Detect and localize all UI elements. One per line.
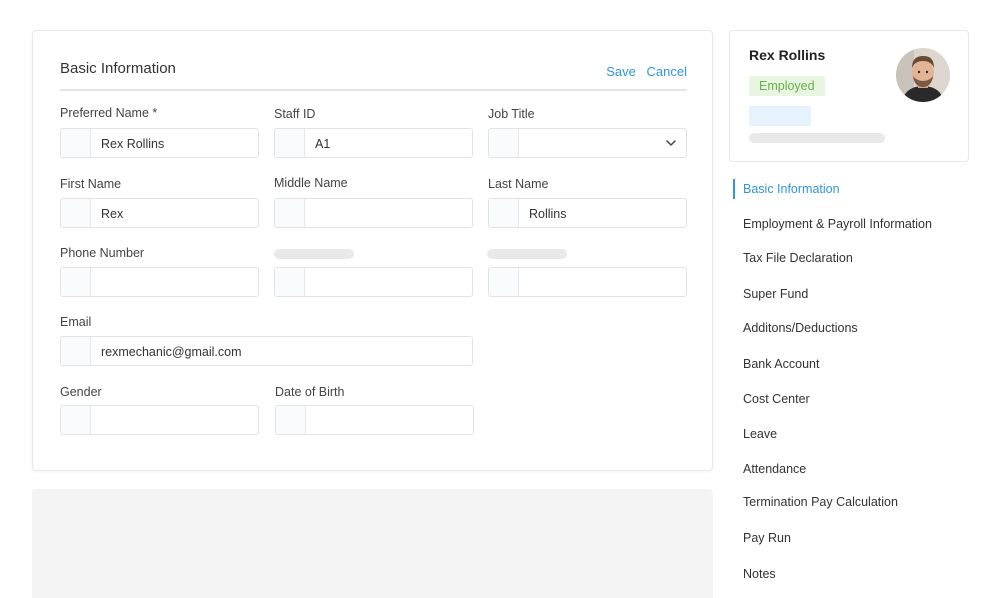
header-actions: Save Cancel	[606, 64, 687, 79]
last-name-prefix	[489, 199, 519, 227]
nav-item-bank-account[interactable]: Bank Account	[733, 354, 819, 374]
job-title-prefix	[489, 129, 519, 157]
phone-number-input[interactable]	[60, 267, 259, 297]
date-of-birth-input[interactable]	[275, 405, 474, 435]
last-name-input[interactable]: Rollins	[488, 198, 687, 228]
email-value: rexmechanic@gmail.com	[101, 345, 242, 359]
nav-item-termination-pay[interactable]: Termination Pay Calculation	[733, 492, 898, 512]
skeleton-label	[487, 249, 567, 259]
loading-panel	[32, 489, 713, 598]
status-badge: Employed	[749, 76, 825, 96]
skeleton-label	[274, 249, 354, 259]
nav-item-basic-information[interactable]: Basic Information	[733, 179, 840, 199]
job-title-label: Job Title	[488, 107, 535, 121]
nav-item-attendance[interactable]: Attendance	[733, 459, 806, 479]
date-of-birth-label: Date of Birth	[275, 385, 345, 399]
avatar-image	[896, 48, 950, 102]
save-button[interactable]: Save	[606, 64, 636, 79]
email-field[interactable]: rexmechanic@gmail.com	[60, 336, 473, 366]
chevron-down-icon[interactable]	[664, 136, 678, 150]
nav-item-notes[interactable]: Notes	[733, 564, 776, 584]
nav-item-pay-run[interactable]: Pay Run	[733, 528, 791, 548]
card-header: Basic Information Save Cancel	[60, 31, 687, 91]
last-name-value: Rollins	[529, 207, 567, 221]
card-title: Basic Information	[60, 60, 176, 77]
profile-card: Rex Rollins Employed	[729, 30, 969, 162]
middle-name-prefix	[275, 199, 305, 227]
staff-id-prefix	[275, 129, 305, 157]
staff-id-value: A1	[315, 137, 331, 151]
preferred-name-prefix	[61, 129, 91, 157]
cancel-button[interactable]: Cancel	[647, 64, 687, 79]
gender-label: Gender	[60, 385, 102, 399]
avatar[interactable]	[896, 48, 950, 102]
staff-id-label: Staff ID	[274, 107, 316, 121]
gender-prefix	[61, 406, 91, 434]
nav-item-cost-center[interactable]: Cost Center	[733, 389, 810, 409]
preferred-name-input[interactable]: Rex Rollins	[60, 128, 259, 158]
phone-number-label: Phone Number	[60, 246, 145, 260]
date-of-birth-prefix	[276, 406, 306, 434]
skeleton-line	[749, 133, 885, 143]
basic-information-card: Basic Information Save Cancel Preferred …	[32, 30, 713, 471]
first-name-label: First Name	[60, 177, 122, 191]
middle-name-input[interactable]	[274, 198, 473, 228]
nav-item-additions-deductions[interactable]: Additons/Deductions	[733, 318, 858, 338]
first-name-prefix	[61, 199, 91, 227]
skeleton-input[interactable]	[488, 267, 687, 297]
phone-number-prefix	[61, 268, 91, 296]
middle-name-label: Middle Name	[274, 176, 348, 190]
skeleton-input-prefix	[275, 268, 305, 296]
skeleton-tag	[749, 106, 811, 126]
job-title-select[interactable]	[488, 128, 687, 158]
nav-item-super-fund[interactable]: Super Fund	[733, 284, 808, 304]
skeleton-input-prefix	[489, 268, 519, 296]
email-prefix	[61, 337, 91, 365]
skeleton-input[interactable]	[274, 267, 473, 297]
staff-id-input[interactable]: A1	[274, 128, 473, 158]
first-name-input[interactable]: Rex	[60, 198, 259, 228]
gender-input[interactable]	[60, 405, 259, 435]
email-label: Email	[60, 315, 92, 329]
preferred-name-value: Rex Rollins	[101, 137, 165, 151]
nav-item-employment-payroll[interactable]: Employment & Payroll Information	[733, 214, 932, 234]
first-name-value: Rex	[101, 207, 124, 221]
nav-item-leave[interactable]: Leave	[733, 424, 777, 444]
preferred-name-label: Preferred Name *	[60, 106, 158, 120]
last-name-label: Last Name	[488, 177, 549, 191]
nav-item-tax-file-declaration[interactable]: Tax File Declaration	[733, 248, 853, 268]
profile-name: Rex Rollins	[749, 47, 826, 63]
